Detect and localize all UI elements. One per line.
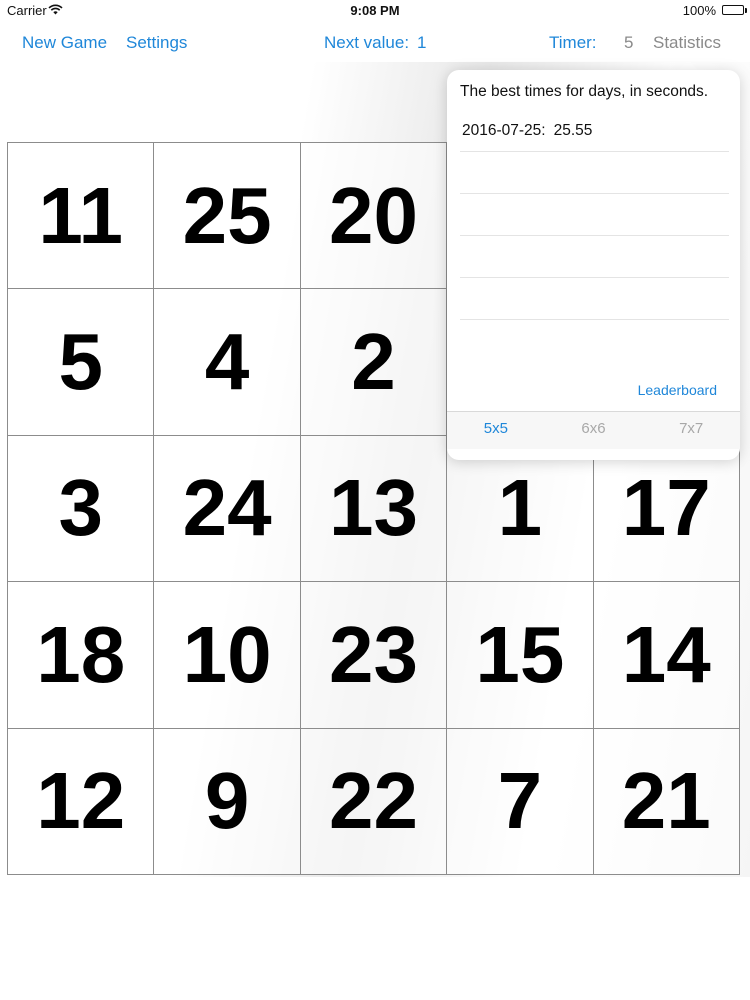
next-value-label: Next value: (324, 33, 410, 52)
segment-6x6[interactable]: 6x6 (545, 412, 643, 449)
grid-cell[interactable]: 11 (8, 143, 155, 290)
grid-cell[interactable]: 18 (8, 582, 155, 729)
grid-cell[interactable]: 23 (300, 582, 448, 729)
timer-value: 5 (624, 33, 634, 52)
grid-cell[interactable]: 25 (154, 143, 301, 290)
grid-cell[interactable]: 21 (593, 728, 740, 875)
next-value: 1 (417, 33, 427, 52)
grid-cell[interactable]: 12 (8, 728, 155, 875)
grid-cell[interactable]: 5 (8, 289, 155, 436)
segment-5x5[interactable]: 5x5 (447, 412, 545, 449)
popover-arrow (678, 60, 698, 70)
grid-cell[interactable]: 22 (300, 728, 448, 875)
grid-cell[interactable]: 2 (300, 289, 448, 436)
grid-cell[interactable]: 9 (154, 728, 301, 875)
list-item (460, 194, 729, 236)
settings-button[interactable]: Settings (126, 33, 187, 53)
grid-cell[interactable]: 15 (447, 582, 594, 729)
grid-cell[interactable]: 4 (154, 289, 301, 436)
leaderboard-button[interactable]: Leaderboard (638, 382, 717, 398)
grid-cell[interactable]: 13 (300, 435, 448, 583)
popover-title: The best times for days, in seconds. (460, 83, 709, 100)
record-date: 2016-07-25: (462, 122, 546, 139)
statistics-button[interactable]: Statistics (653, 33, 721, 53)
list-item (460, 152, 729, 194)
grid-cell[interactable]: 3 (8, 435, 155, 583)
toolbar: New Game Settings Next value: 1 Timer: 5… (0, 22, 750, 62)
segment-7x7[interactable]: 7x7 (642, 412, 740, 449)
list-item: 2016-07-25: 25.55 (460, 110, 729, 152)
grid-cell[interactable]: 10 (154, 582, 301, 729)
grid-cell[interactable]: 20 (300, 143, 448, 290)
timer-button[interactable]: Timer: (549, 33, 597, 53)
status-bar: Carrier 9:08 PM 100% (0, 0, 750, 22)
board-size-selector: 5x5 6x6 7x7 (447, 411, 740, 449)
best-times-list: 2016-07-25: 25.55 (460, 110, 729, 320)
battery-percent: 100% (682, 3, 716, 18)
grid-cell[interactable]: 14 (593, 582, 740, 729)
battery-icon (722, 5, 747, 15)
list-item (460, 278, 729, 320)
statistics-popover: The best times for days, in seconds. 201… (447, 70, 740, 460)
new-game-button[interactable]: New Game (22, 33, 107, 53)
grid-cell[interactable]: 24 (154, 435, 301, 583)
grid-cell[interactable]: 7 (447, 728, 594, 875)
list-item (460, 236, 729, 278)
status-clock: 9:08 PM (350, 3, 400, 18)
record-time: 25.55 (553, 122, 593, 139)
